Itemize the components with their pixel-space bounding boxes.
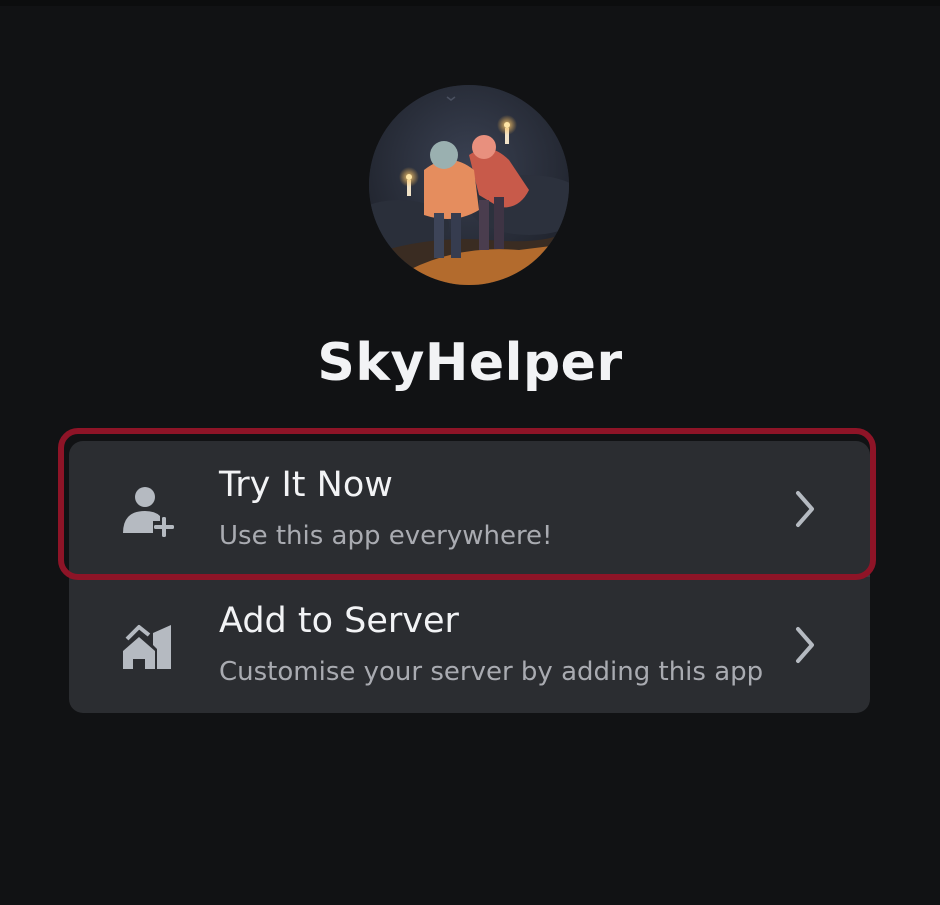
try-it-now-subtitle: Use this app everywhere!: [219, 521, 553, 551]
add-to-server-subtitle: Customise your server by adding this app: [219, 657, 764, 687]
add-to-server-button[interactable]: Add to Server Customise your server by a…: [69, 577, 870, 713]
app-avatar: [369, 85, 569, 285]
chevron-right-icon: [796, 491, 814, 527]
try-it-now-button[interactable]: Try It Now Use this app everywhere!: [69, 441, 870, 577]
app-name: SkyHelper: [317, 333, 623, 393]
avatar-illustration-icon: [369, 85, 569, 285]
app-actions-card: Try It Now Use this app everywhere! Add …: [69, 441, 870, 713]
chevron-right-icon: [796, 627, 814, 663]
server-house-icon: [123, 625, 171, 669]
user-add-icon: [123, 487, 174, 537]
add-to-server-title: Add to Server: [219, 601, 459, 641]
try-it-now-title: Try It Now: [219, 465, 393, 505]
top-strip: [0, 0, 940, 6]
